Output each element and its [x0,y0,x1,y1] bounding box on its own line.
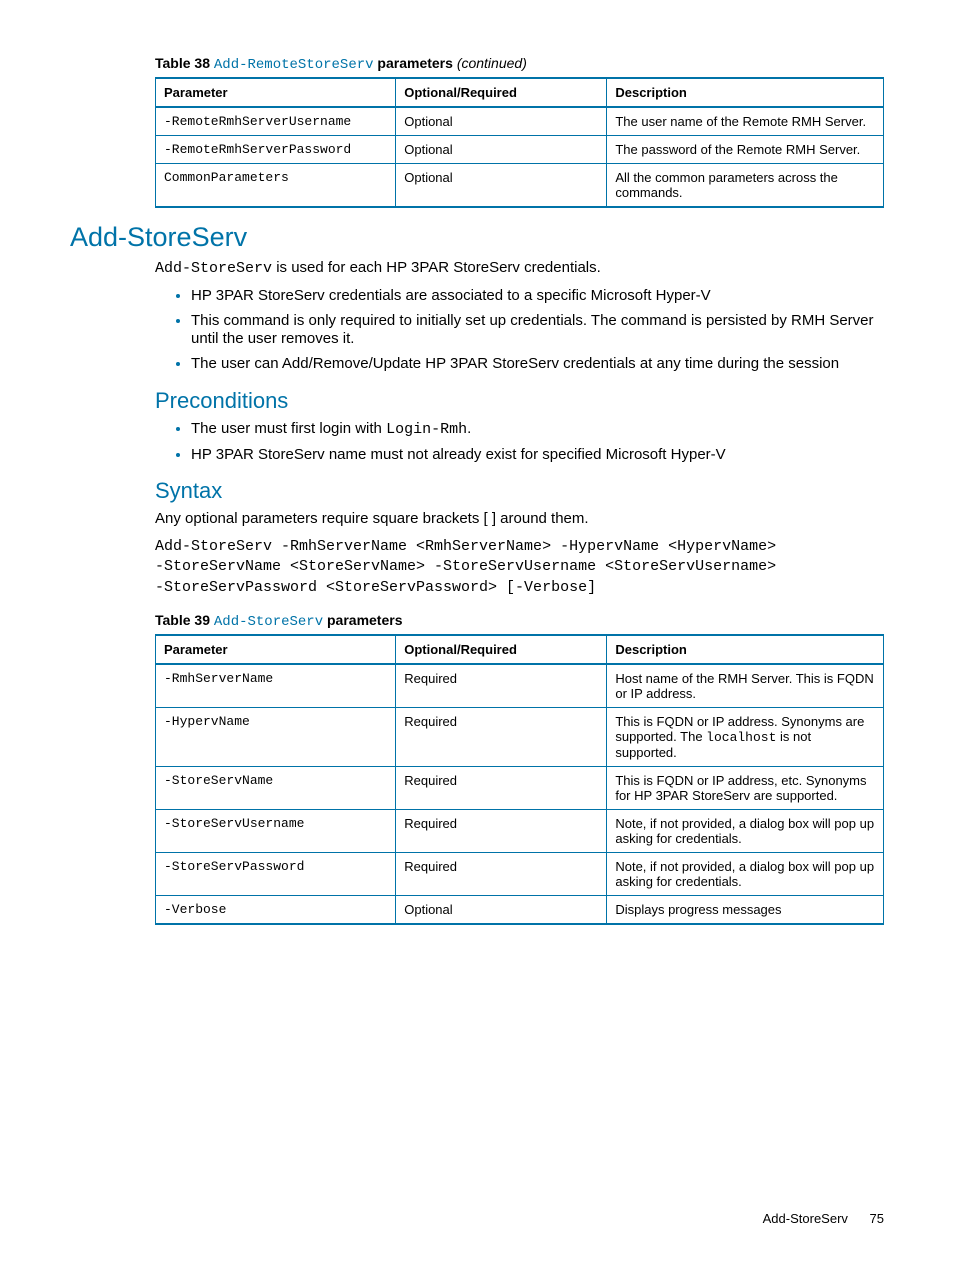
table-row: -RemoteRmhServerPassword Optional The pa… [156,136,884,164]
th-parameter: Parameter [156,78,396,107]
caption-continued: (continued) [457,55,527,71]
caption-code: Add-RemoteStoreServ [214,57,374,73]
caption-prefix: Table 38 [155,55,214,71]
table-row: -StoreServPassword Required Note, if not… [156,852,884,895]
caption-prefix: Table 39 [155,612,214,628]
cell-param: -RemoteRmhServerPassword [156,136,396,164]
cell-desc: All the common parameters across the com… [607,164,884,208]
cell-opt: Required [396,707,607,766]
cell-desc: The password of the Remote RMH Server. [607,136,884,164]
cell-opt: Required [396,664,607,708]
cell-opt: Required [396,852,607,895]
caption-code: Add-StoreServ [214,614,323,630]
th-description: Description [607,78,884,107]
intro-paragraph: Add-StoreServ is used for each HP 3PAR S… [155,259,884,279]
table-row: -RmhServerName Required Host name of the… [156,664,884,708]
cell-opt: Optional [396,136,607,164]
cell-desc: Note, if not provided, a dialog box will… [607,852,884,895]
text: The user must first login with [191,420,386,437]
list-item: The user can Add/Remove/Update HP 3PAR S… [191,355,884,374]
cell-param: -StoreServPassword [156,852,396,895]
table-row: -HypervName Required This is FQDN or IP … [156,707,884,766]
cell-desc: Displays progress messages [607,895,884,924]
text: . [467,420,471,437]
table-39: Parameter Optional/Required Description … [155,634,884,925]
page-footer: Add-StoreServ 75 [763,1211,884,1226]
cell-param: CommonParameters [156,164,396,208]
table-row: CommonParameters Optional All the common… [156,164,884,208]
cell-opt: Optional [396,107,607,136]
heading-add-storeserv: Add-StoreServ [70,222,884,253]
preconditions-bullets: The user must first login with Login-Rmh… [155,420,884,465]
table-39-caption: Table 39 Add-StoreServ parameters [155,612,884,630]
cell-param: -HypervName [156,707,396,766]
inline-code: Login-Rmh [386,421,467,438]
table-row: -StoreServName Required This is FQDN or … [156,766,884,809]
heading-syntax: Syntax [155,478,884,504]
cell-opt: Required [396,766,607,809]
cell-opt: Optional [396,895,607,924]
cell-param: -StoreServName [156,766,396,809]
cell-desc: This is FQDN or IP address. Synonyms are… [607,707,884,766]
content-column: Table 38 Add-RemoteStoreServ parameters … [155,55,884,925]
table-38-caption: Table 38 Add-RemoteStoreServ parameters … [155,55,884,73]
cell-param: -StoreServUsername [156,809,396,852]
th-parameter: Parameter [156,635,396,664]
th-optional: Optional/Required [396,635,607,664]
cell-desc: Note, if not provided, a dialog box will… [607,809,884,852]
footer-section: Add-StoreServ [763,1211,848,1226]
cell-opt: Optional [396,164,607,208]
cell-desc: This is FQDN or IP address, etc. Synonym… [607,766,884,809]
list-item: The user must first login with Login-Rmh… [191,420,884,440]
intro-code: Add-StoreServ [155,260,272,277]
list-item: HP 3PAR StoreServ name must not already … [191,446,884,465]
syntax-code-block: Add-StoreServ -RmhServerName <RmhServerN… [155,537,884,598]
table-row: -StoreServUsername Required Note, if not… [156,809,884,852]
cell-param: -Verbose [156,895,396,924]
cell-param: -RemoteRmhServerUsername [156,107,396,136]
caption-suffix: parameters [374,55,457,71]
table-row: -Verbose Optional Displays progress mess… [156,895,884,924]
page: Table 38 Add-RemoteStoreServ parameters … [0,0,954,1271]
intro-bullets: HP 3PAR StoreServ credentials are associ… [155,287,884,374]
footer-page-number: 75 [870,1211,884,1226]
caption-suffix: parameters [323,612,402,628]
syntax-note: Any optional parameters require square b… [155,510,884,529]
cell-param: -RmhServerName [156,664,396,708]
cell-desc: Host name of the RMH Server. This is FQD… [607,664,884,708]
list-item: This command is only required to initial… [191,312,884,350]
th-description: Description [607,635,884,664]
table-38: Parameter Optional/Required Description … [155,77,884,208]
cell-opt: Required [396,809,607,852]
table-row: -RemoteRmhServerUsername Optional The us… [156,107,884,136]
heading-preconditions: Preconditions [155,388,884,414]
intro-text: is used for each HP 3PAR StoreServ crede… [272,259,601,276]
cell-desc: The user name of the Remote RMH Server. [607,107,884,136]
list-item: HP 3PAR StoreServ credentials are associ… [191,287,884,306]
th-optional: Optional/Required [396,78,607,107]
